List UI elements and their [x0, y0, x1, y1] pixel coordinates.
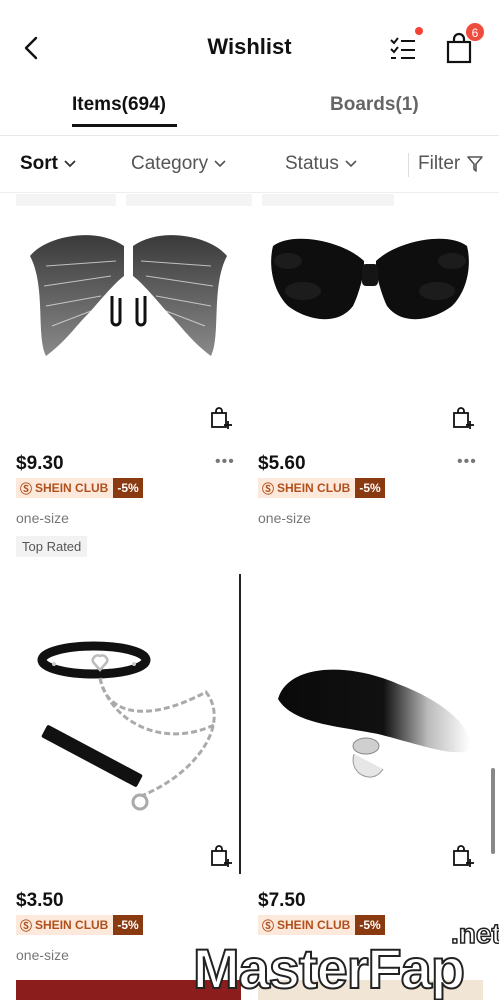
shein-club-badge: Ⓢ SHEIN CLUB -5%: [258, 478, 385, 498]
page-title: Wishlist: [207, 34, 292, 59]
club-icon: Ⓢ: [20, 481, 33, 496]
shein-club-badge: Ⓢ SHEIN CLUB -5%: [16, 915, 143, 935]
product-price: $5.60: [258, 453, 306, 474]
sort-label: Sort: [20, 153, 58, 174]
product-size: one-size: [258, 510, 311, 526]
more-options-icon[interactable]: •••: [457, 453, 477, 471]
add-to-cart-icon[interactable]: [209, 844, 233, 868]
product-price: $7.50: [258, 890, 306, 911]
top-rated-tag: Top Rated: [16, 536, 88, 557]
product-grid: $9.30 ••• Ⓢ SHEIN CLUB -5% one-size Top R…: [0, 194, 499, 1000]
chevron-down-icon: [214, 160, 226, 168]
tab-boards[interactable]: Boards(1): [330, 94, 419, 116]
product-image[interactable]: [258, 574, 483, 874]
watermark-logo: MasterFap .net: [192, 917, 499, 1000]
product-size: one-size: [16, 510, 69, 526]
cart-count-badge: 6: [465, 22, 485, 42]
tab-items[interactable]: Items(694): [72, 94, 166, 116]
black-wings-image: [271, 238, 469, 320]
chevron-down-icon: [64, 160, 76, 168]
product-image[interactable]: [16, 206, 241, 431]
filter-bar: Sort Category Status Filter: [0, 137, 499, 193]
shein-club-badge: Ⓢ SHEIN CLUB -5%: [16, 478, 143, 498]
header: Wishlist 6: [0, 0, 499, 96]
status-dropdown[interactable]: Status: [285, 153, 357, 175]
category-dropdown[interactable]: Category: [131, 153, 226, 175]
filter-button[interactable]: Filter: [418, 153, 484, 175]
product-image[interactable]: [258, 206, 483, 431]
product-image[interactable]: [16, 574, 241, 874]
sort-dropdown[interactable]: Sort: [20, 153, 76, 175]
product-card[interactable]: $5.60 ••• Ⓢ SHEIN CLUB -5% one-size: [258, 194, 483, 574]
product-size: one-size: [16, 947, 69, 963]
product-price: $3.50: [16, 890, 64, 911]
product-card[interactable]: $7.50 Ⓢ SHEIN CLUB -5%: [258, 574, 483, 974]
scrollbar[interactable]: [491, 768, 495, 854]
fur-tail-image: [278, 669, 471, 778]
product-card[interactable]: $3.50 Ⓢ SHEIN CLUB -5% one-size: [16, 574, 241, 974]
chevron-down-icon: [345, 160, 357, 168]
category-label: Category: [131, 153, 209, 174]
more-options-icon[interactable]: •••: [215, 453, 235, 471]
funnel-icon: [467, 156, 484, 172]
grey-wings-image: [30, 235, 227, 356]
club-icon: Ⓢ: [262, 481, 275, 496]
add-to-cart-icon[interactable]: [451, 844, 475, 868]
wishlist-tabs: Items(694) Boards(1): [0, 90, 499, 136]
active-tab-indicator: [72, 124, 177, 127]
add-to-cart-icon[interactable]: [451, 406, 475, 430]
notification-dot: [415, 27, 423, 35]
product-card[interactable]: $9.30 ••• Ⓢ SHEIN CLUB -5% one-size Top R…: [16, 194, 241, 574]
filter-label: Filter: [418, 153, 461, 174]
choker-leash-image: [37, 641, 217, 811]
club-icon: Ⓢ: [20, 918, 33, 933]
status-label: Status: [285, 153, 339, 174]
divider: [408, 153, 409, 177]
product-price: $9.30: [16, 453, 64, 474]
checklist-icon[interactable]: [388, 33, 418, 63]
add-to-cart-icon[interactable]: [209, 406, 233, 430]
